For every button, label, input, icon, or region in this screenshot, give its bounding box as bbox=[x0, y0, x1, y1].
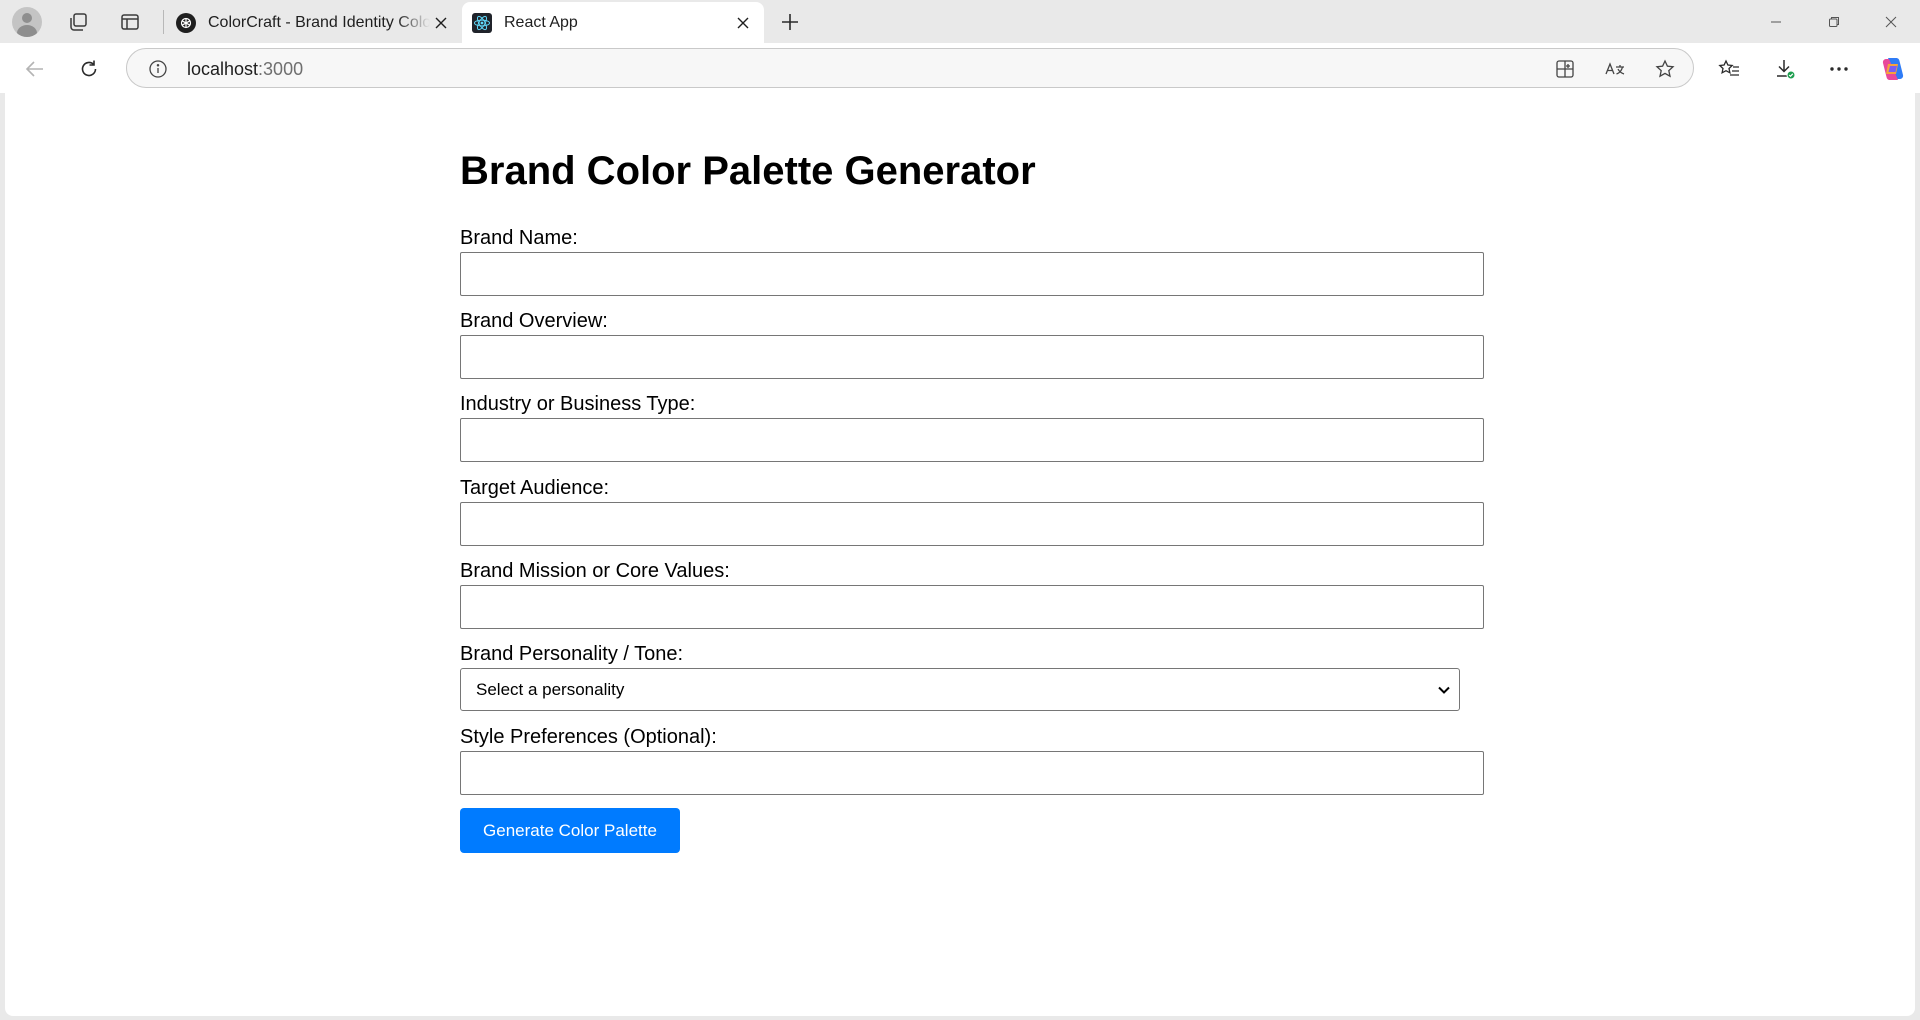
address-bar[interactable]: localhost:3000 bbox=[126, 48, 1694, 88]
minimize-icon bbox=[1771, 21, 1781, 22]
react-icon bbox=[472, 12, 492, 33]
industry-label: Industry or Business Type: bbox=[460, 393, 696, 415]
star-icon[interactable] bbox=[1651, 55, 1679, 83]
tab-separator bbox=[163, 10, 164, 34]
workspaces-button[interactable] bbox=[62, 6, 94, 38]
tab-close-icon[interactable] bbox=[732, 12, 754, 34]
restore-button[interactable] bbox=[1805, 0, 1863, 43]
tab-react-app[interactable]: React App bbox=[462, 2, 764, 43]
workspaces-icon bbox=[70, 13, 87, 31]
browser-toolbar: localhost:3000 bbox=[0, 43, 1920, 93]
copilot-icon bbox=[1882, 58, 1904, 80]
style-preferences-input[interactable] bbox=[460, 751, 1484, 795]
tab-title: ColorCraft - Brand Identity Color Palett… bbox=[208, 13, 430, 31]
favorites-icon bbox=[1718, 59, 1739, 76]
site-info-icon[interactable] bbox=[147, 58, 169, 80]
url-text: localhost:3000 bbox=[187, 59, 303, 80]
brand-overview-label: Brand Overview: bbox=[460, 310, 608, 332]
read-aloud-icon[interactable] bbox=[1601, 55, 1629, 83]
brand-name-label: Brand Name: bbox=[460, 227, 578, 249]
tab-colorcraft[interactable]: ColorCraft - Brand Identity Color Palett… bbox=[166, 2, 462, 43]
brand-overview-input[interactable] bbox=[460, 335, 1484, 379]
download-icon bbox=[1777, 60, 1796, 80]
page-title: Brand Color Palette Generator bbox=[460, 149, 1036, 193]
arrow-left-icon bbox=[25, 61, 43, 77]
mission-values-input[interactable] bbox=[460, 585, 1484, 629]
close-window-button[interactable] bbox=[1862, 0, 1920, 43]
generate-palette-button[interactable]: Generate Color Palette bbox=[460, 808, 680, 853]
openai-icon bbox=[176, 12, 196, 33]
industry-input[interactable] bbox=[460, 418, 1484, 462]
tab-actions-button[interactable] bbox=[114, 6, 146, 38]
brand-name-input[interactable] bbox=[460, 252, 1484, 296]
page-viewport: Brand Color Palette Generator Brand Name… bbox=[5, 93, 1915, 1016]
url-host: localhost bbox=[187, 59, 259, 79]
minimize-button[interactable] bbox=[1747, 0, 1805, 43]
personality-label: Brand Personality / Tone: bbox=[460, 643, 684, 665]
restore-icon bbox=[1829, 16, 1839, 27]
new-tab-button[interactable] bbox=[774, 6, 806, 38]
app-available-icon[interactable] bbox=[1551, 55, 1579, 83]
downloads-button[interactable] bbox=[1767, 51, 1803, 87]
favorites-button[interactable] bbox=[1711, 51, 1747, 87]
target-audience-input[interactable] bbox=[460, 502, 1484, 546]
chevron-down-icon bbox=[1438, 686, 1450, 694]
ellipsis-icon bbox=[1830, 67, 1848, 71]
target-audience-label: Target Audience: bbox=[460, 477, 609, 499]
tab-close-icon[interactable] bbox=[430, 12, 452, 34]
tab-title: React App bbox=[504, 13, 578, 31]
copilot-button[interactable] bbox=[1875, 51, 1911, 87]
close-icon bbox=[1885, 16, 1897, 27]
plus-icon bbox=[782, 14, 798, 30]
tab-strip: ColorCraft - Brand Identity Color Palett… bbox=[0, 0, 1920, 43]
personality-select[interactable]: Select a personality bbox=[460, 668, 1460, 711]
profile-button[interactable] bbox=[11, 6, 43, 38]
url-port: :3000 bbox=[258, 59, 304, 79]
mission-values-label: Brand Mission or Core Values: bbox=[460, 560, 730, 582]
profile-avatar-icon bbox=[12, 7, 42, 37]
vertical-tabs-icon bbox=[121, 14, 139, 30]
more-options-button[interactable] bbox=[1821, 51, 1857, 87]
reload-icon bbox=[81, 60, 97, 77]
back-button[interactable] bbox=[17, 51, 53, 87]
style-preferences-label: Style Preferences (Optional): bbox=[460, 726, 717, 748]
personality-select-value: Select a personality bbox=[476, 680, 625, 699]
reload-button[interactable] bbox=[71, 51, 107, 87]
